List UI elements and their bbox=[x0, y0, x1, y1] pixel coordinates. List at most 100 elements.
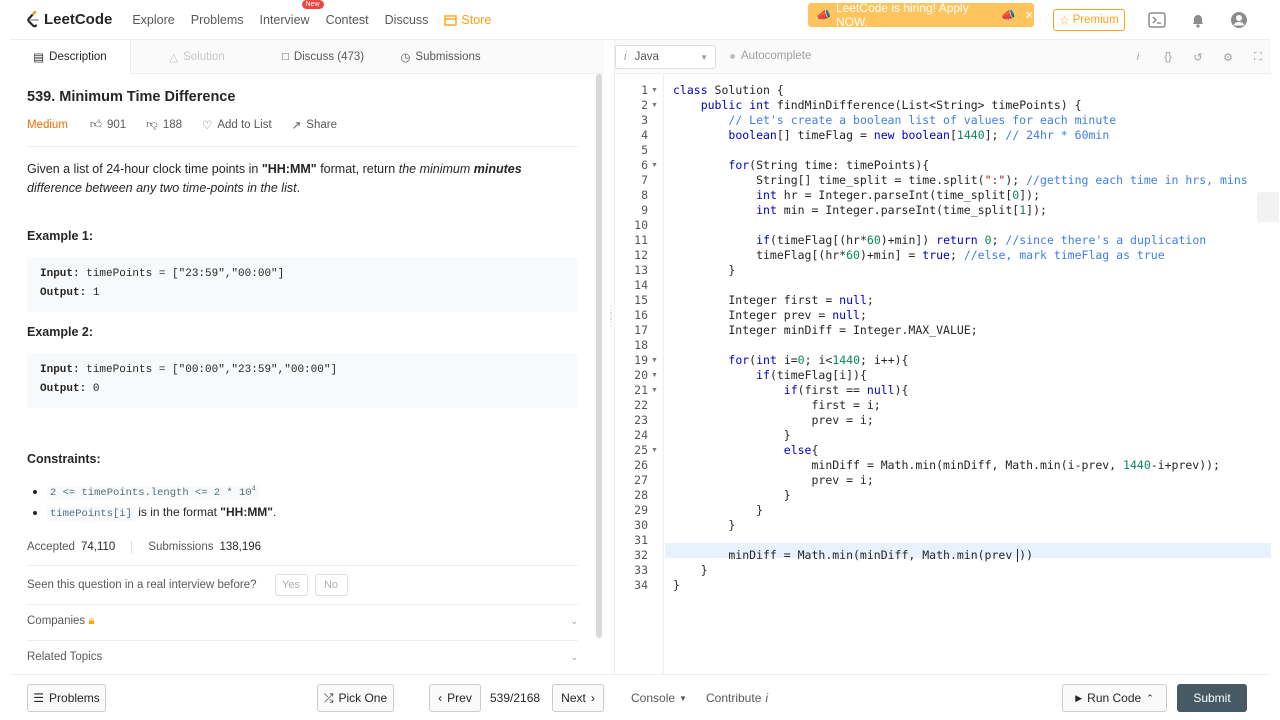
line-number: 2 bbox=[641, 98, 648, 112]
nav-explore[interactable]: Explore bbox=[132, 13, 174, 27]
line-number: 16 bbox=[634, 308, 648, 322]
avatar-icon[interactable] bbox=[1229, 10, 1249, 30]
nav-problems[interactable]: Problems bbox=[191, 13, 244, 27]
side-panel-handle[interactable] bbox=[1257, 192, 1279, 222]
page-indicator: 539/2168 bbox=[490, 691, 541, 705]
fold-arrow-icon[interactable]: ▼ bbox=[651, 83, 658, 98]
play-icon: ▶ bbox=[1075, 692, 1083, 703]
logo[interactable]: LeetCode bbox=[26, 10, 112, 29]
tab-description[interactable]: ▤ Description bbox=[10, 40, 131, 74]
language-select[interactable]: i Java ▼ bbox=[615, 45, 716, 69]
submit-button[interactable]: Submit bbox=[1177, 684, 1247, 712]
hiring-banner[interactable]: 📣 LeetCode is hiring! Apply NOW. 📣 ✕ bbox=[808, 1, 1034, 29]
input-value: timePoints = ["00:00","23:59","00:00"] bbox=[79, 364, 338, 376]
info-icon[interactable]: i bbox=[1130, 49, 1146, 65]
divider bbox=[27, 604, 578, 605]
line-number: 11 bbox=[634, 233, 648, 247]
output-value: 1 bbox=[86, 287, 100, 299]
megaphone-icon: 📣 bbox=[1000, 8, 1016, 22]
contribute-button[interactable]: Contribute i bbox=[706, 691, 768, 705]
problems-label: Problems bbox=[49, 691, 100, 705]
line-number: 3 bbox=[641, 113, 648, 127]
statement-text: . bbox=[296, 181, 301, 195]
output-value: 0 bbox=[86, 383, 100, 395]
statement-format: "HH:MM" bbox=[261, 162, 317, 176]
code-line: class Solution { bbox=[673, 83, 784, 97]
code-line: // Let's create a boolean list of values… bbox=[728, 113, 1117, 127]
text-cursor bbox=[1017, 549, 1018, 562]
nav-store[interactable]: Store bbox=[444, 13, 491, 27]
fold-arrow-icon[interactable]: ▼ bbox=[651, 98, 658, 113]
nav-store-label: Store bbox=[461, 12, 492, 27]
fold-arrow-icon[interactable]: ▼ bbox=[651, 368, 658, 383]
related-topics-label: Related Topics bbox=[27, 651, 103, 663]
code-line: Integer first = null; bbox=[673, 293, 874, 307]
fullscreen-icon[interactable]: ⛶ bbox=[1250, 49, 1266, 65]
nav-contest[interactable]: Contest bbox=[326, 13, 369, 27]
chevron-left-icon: ‹ bbox=[438, 691, 443, 705]
tab-discuss[interactable]: □ Discuss (473) bbox=[263, 40, 383, 74]
line-number: 8 bbox=[641, 188, 648, 202]
star-icon: ☆ bbox=[1059, 15, 1070, 27]
tab-solution[interactable]: △ Solution bbox=[131, 40, 263, 74]
statement-text: the minimum bbox=[398, 162, 474, 176]
pick-one-button[interactable]: ⤮ Pick One bbox=[317, 684, 394, 712]
share-button[interactable]: ↗ Share bbox=[292, 118, 337, 132]
list-icon: ☰ bbox=[33, 691, 45, 705]
fold-arrow-icon[interactable]: ▼ bbox=[651, 158, 658, 173]
problems-list-button[interactable]: ☰ Problems bbox=[27, 684, 106, 712]
code-line: else{ bbox=[783, 443, 819, 457]
code-line: minDiff = Math.min(minDiff, Math.min(i-p… bbox=[673, 458, 1220, 472]
line-number: 24 bbox=[634, 428, 648, 442]
settings-icon[interactable]: ⚙︎ bbox=[1220, 49, 1236, 65]
code-editor[interactable]: 1 2 3 4 5 6 7 8 9 10 11 12 13 14 15 16 1… bbox=[615, 74, 1271, 674]
code-line: timeFlag[(hr*60)+min] = true; //else, ma… bbox=[673, 248, 1165, 262]
pane-splitter-handle[interactable]: ⋮ ⋮ ⋮ bbox=[606, 306, 616, 348]
statement-keyword: minutes bbox=[473, 162, 522, 176]
bell-icon[interactable] bbox=[1188, 10, 1208, 30]
prev-button[interactable]: ‹ Prev bbox=[429, 684, 481, 712]
nav-discuss[interactable]: Discuss bbox=[385, 13, 429, 27]
tab-submissions[interactable]: ◷ Submissions bbox=[383, 40, 498, 74]
add-to-list-label: Add to List bbox=[217, 119, 272, 131]
problem-description: 539. Minimum Time Difference Medium 👍︎ 9… bbox=[10, 74, 596, 674]
fold-arrow-icon[interactable]: ▼ bbox=[651, 383, 658, 398]
no-button[interactable]: No bbox=[314, 574, 348, 596]
example-1-block: Input: timePoints = ["23:59","00:00"] Ou… bbox=[27, 257, 578, 312]
dislike-button[interactable]: 👎︎ 188 bbox=[146, 118, 182, 132]
close-icon[interactable]: ✕ bbox=[1025, 9, 1034, 22]
line-number: 29 bbox=[634, 503, 648, 517]
code-line: } bbox=[673, 578, 680, 592]
description-icon: ▤ bbox=[33, 52, 45, 64]
example-1-output: Output: 1 bbox=[40, 284, 565, 303]
add-to-list-button[interactable]: ♡ Add to List bbox=[202, 118, 272, 132]
line-number: 7 bbox=[641, 173, 648, 187]
companies-section[interactable]: Companies 🔒︎ ⌄ bbox=[27, 615, 578, 628]
next-button[interactable]: Next › bbox=[552, 684, 604, 712]
editor-pane: i Java ▼ Autocomplete i {} ↺ ⚙︎ ⛶ 1 2 3 … bbox=[614, 40, 1271, 720]
braces-icon[interactable]: {} bbox=[1160, 49, 1176, 65]
playground-icon[interactable] bbox=[1147, 10, 1167, 30]
like-button[interactable]: 👍︎ 901 bbox=[90, 118, 126, 132]
constraint-text: . bbox=[273, 504, 277, 519]
premium-button[interactable]: ☆ Premium bbox=[1053, 9, 1125, 31]
submissions-count: 138,196 bbox=[219, 541, 262, 553]
line-number: 21 bbox=[634, 383, 648, 397]
companies-label: Companies bbox=[27, 615, 86, 627]
divider bbox=[27, 565, 578, 566]
fold-arrow-icon[interactable]: ▼ bbox=[651, 443, 658, 458]
premium-label: Premium bbox=[1072, 14, 1119, 26]
comment-icon: □ bbox=[281, 51, 289, 63]
run-code-button[interactable]: ▶ Run Code ⌃ bbox=[1062, 684, 1167, 712]
autocomplete-toggle[interactable]: Autocomplete bbox=[730, 50, 811, 62]
code-line: } bbox=[673, 563, 708, 577]
accepted-label: Accepted bbox=[27, 541, 75, 553]
nav-interview[interactable]: Interview New bbox=[260, 0, 324, 27]
yes-button[interactable]: Yes bbox=[274, 574, 308, 596]
console-toggle[interactable]: Console ▼ bbox=[631, 691, 687, 705]
related-topics-section[interactable]: Related Topics ⌄ bbox=[27, 651, 578, 663]
reset-icon[interactable]: ↺ bbox=[1190, 49, 1206, 65]
description-scrollbar[interactable] bbox=[596, 74, 602, 638]
fold-arrow-icon[interactable]: ▼ bbox=[651, 353, 658, 368]
info-icon: i bbox=[765, 691, 769, 705]
